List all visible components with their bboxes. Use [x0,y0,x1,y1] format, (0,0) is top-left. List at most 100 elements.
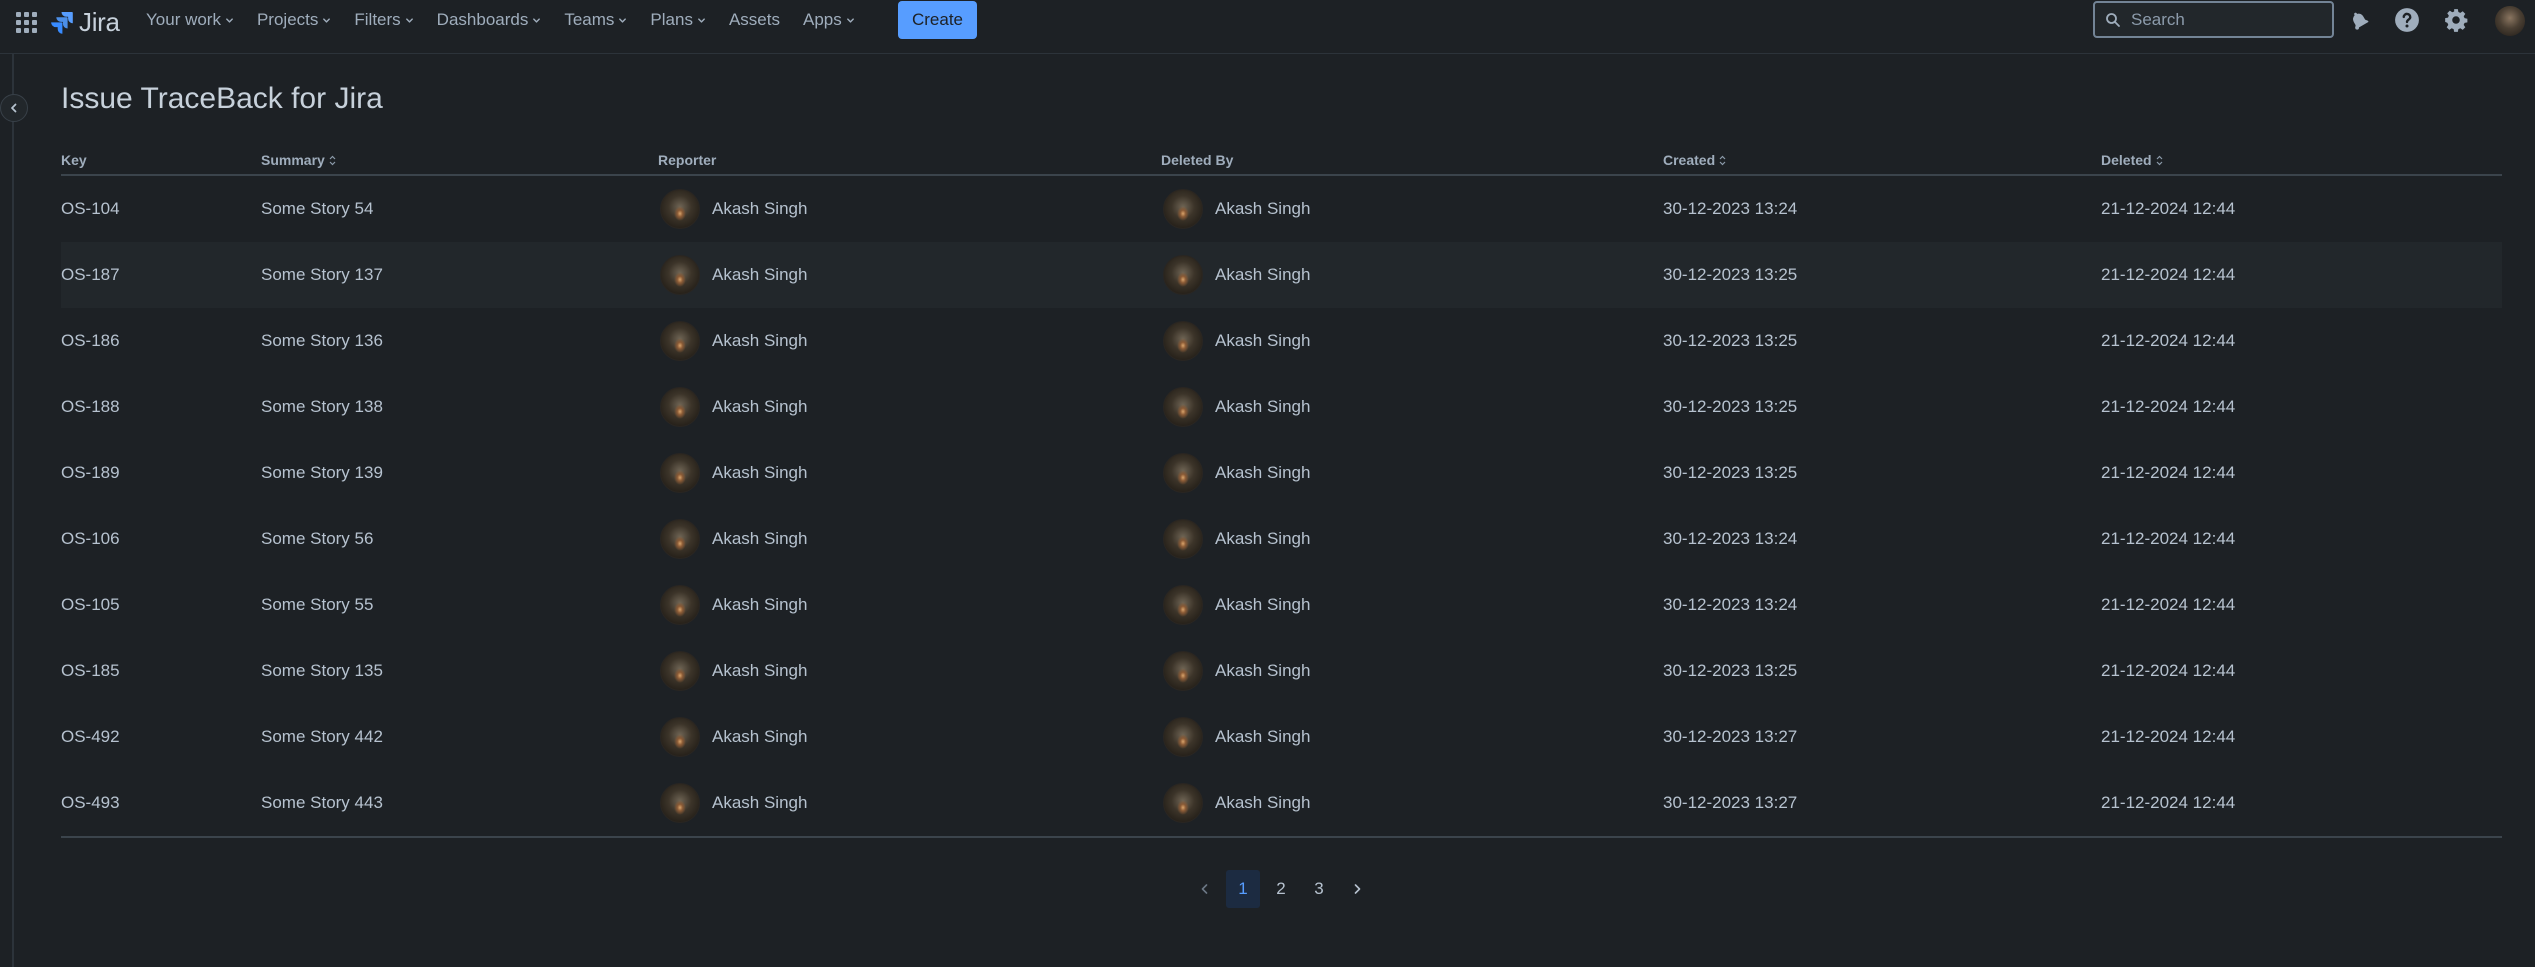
created-date-text: 30-12-2023 13:25 [1663,331,1798,350]
search-icon [2106,12,2120,27]
app-switcher-icon[interactable] [14,10,38,34]
user-avatar [1163,321,1203,361]
issue-key-text[interactable]: OS-189 [61,463,120,483]
column-header-deleted[interactable]: Deleted [2101,152,2163,168]
issue-key-text[interactable]: OS-106 [61,529,120,549]
deleted-by-text: Akash Singh [1215,199,1311,218]
cell-created-date: 30-12-2023 13:25 [1663,638,1797,704]
notifications-icon[interactable] [2345,6,2373,34]
column-header-deleted-by: Deleted By [1161,152,1233,168]
table-divider [61,836,2502,838]
issue-summary-text: Some Story 442 [261,727,383,746]
issue-key-text[interactable]: OS-185 [61,661,120,681]
column-header-label: Deleted By [1161,152,1234,168]
deleted-date-text: 21-12-2024 12:44 [2101,793,2236,812]
nav-item-apps[interactable]: Apps [803,10,855,30]
search-input[interactable] [2131,9,2321,30]
nav-item-filters[interactable]: Filters [354,10,413,30]
table-row[interactable]: OS-188 Some Story 138 Akash Singh Akash Sin… [61,374,2502,440]
cell-created-date: 30-12-2023 13:25 [1663,308,1797,374]
profile-avatar[interactable] [2495,6,2525,36]
page-2-button[interactable]: 2 [1264,870,1298,908]
issue-summary-text: Some Story 443 [261,793,383,812]
column-header-created[interactable]: Created [1663,152,1726,168]
cell-created-date: 30-12-2023 13:24 [1663,572,1797,638]
table-row[interactable]: OS-106 Some Story 56 Akash Singh Akash Sing… [61,506,2502,572]
cell-reporter: Akash Singh [660,176,807,242]
cell-reporter: Akash Singh [660,440,807,506]
table-row[interactable]: OS-105 Some Story 55 Akash Singh Akash Sing… [61,572,2502,638]
issue-key-text[interactable]: OS-493 [61,793,120,813]
table-row[interactable]: OS-104 Some Story 54 Akash Singh Akash Sing… [61,176,2502,242]
deleted-date-text: 21-12-2024 12:44 [2101,661,2236,680]
nav-item-label: Teams [564,10,615,29]
cell-created-date: 30-12-2023 13:24 [1663,176,1797,242]
nav-item-projects[interactable]: Projects [257,10,331,30]
user-avatar [1163,189,1203,229]
deleted-date-text: 21-12-2024 12:44 [2101,595,2236,614]
reporter-text: Akash Singh [712,793,808,812]
cell-issue-key: OS-493 [61,770,120,836]
cell-issue-key: OS-105 [61,572,120,638]
table-row[interactable]: OS-189 Some Story 139 Akash Singh Akash Sin… [61,440,2502,506]
table-row[interactable]: OS-185 Some Story 135 Akash Singh Akash Sin… [61,638,2502,704]
issue-key-text[interactable]: OS-186 [61,331,120,351]
nav-item-dashboards[interactable]: Dashboards [437,10,542,30]
cell-deleted-date: 21-12-2024 12:44 [2101,572,2235,638]
chevron-down-icon [619,17,627,23]
issue-key-text[interactable]: OS-105 [61,595,120,615]
user-avatar [1163,585,1203,625]
cell-reporter: Akash Singh [660,704,807,770]
issue-summary-text: Some Story 136 [261,331,383,350]
cell-deleted-by: Akash Singh [1163,770,1310,836]
reporter-text: Akash Singh [712,595,808,614]
deleted-date-text: 21-12-2024 12:44 [2101,463,2236,482]
user-avatar [1163,255,1203,295]
next-page-button[interactable] [1338,870,1376,908]
nav-item-your-work[interactable]: Your work [146,10,234,30]
created-date-text: 30-12-2023 13:24 [1663,529,1798,548]
search-box[interactable] [2093,1,2334,38]
table-row[interactable]: OS-493 Some Story 443 Akash Singh Akash Sin… [61,770,2502,836]
reporter-text: Akash Singh [712,397,808,416]
table-row[interactable]: OS-186 Some Story 136 Akash Singh Akash Sin… [61,308,2502,374]
deleted-date-text: 21-12-2024 12:44 [2101,199,2236,218]
created-date-text: 30-12-2023 13:24 [1663,199,1798,218]
cell-deleted-date: 21-12-2024 12:44 [2101,770,2235,836]
table-row[interactable]: OS-187 Some Story 137 Akash Singh Akash Sin… [61,242,2502,308]
deleted-by-text: Akash Singh [1215,529,1311,548]
issue-key-text[interactable]: OS-187 [61,265,120,285]
reporter-text: Akash Singh [712,463,808,482]
deleted-by-text: Akash Singh [1215,793,1311,812]
page-1-button[interactable]: 1 [1226,870,1260,908]
issue-key-text[interactable]: OS-492 [61,727,120,747]
created-date-text: 30-12-2023 13:25 [1663,397,1798,416]
nav-item-plans[interactable]: Plans [650,10,706,30]
issue-key-text[interactable]: OS-188 [61,397,120,417]
create-button[interactable]: Create [898,1,977,39]
top-navigation: Jira Your work Projects Filters Dashboards T… [0,0,2535,54]
nav-item-teams[interactable]: Teams [564,10,627,30]
table-header: Key Summary Reporter Deleted By Created Delet… [61,148,2502,176]
reporter-text: Akash Singh [712,661,808,680]
user-avatar [1163,387,1203,427]
page-numbers: 123 [1224,870,1338,908]
settings-icon[interactable] [2442,6,2470,34]
user-avatar [660,189,700,229]
previous-page-button[interactable] [1186,870,1224,908]
cell-deleted-date: 21-12-2024 12:44 [2101,440,2235,506]
help-icon[interactable] [2393,6,2421,34]
expand-sidebar-button[interactable] [0,94,28,122]
issue-key-text[interactable]: OS-104 [61,199,120,219]
cell-deleted-date: 21-12-2024 12:44 [2101,374,2235,440]
cell-deleted-by: Akash Singh [1163,308,1310,374]
column-header-label: Summary [261,152,325,168]
column-header-summary[interactable]: Summary [261,152,336,168]
issue-summary-text: Some Story 137 [261,265,383,284]
deleted-by-text: Akash Singh [1215,727,1311,746]
sort-icon [1719,155,1726,165]
jira-logo[interactable]: Jira [50,7,120,37]
page-3-button[interactable]: 3 [1302,870,1336,908]
nav-item-assets[interactable]: Assets [729,10,780,30]
table-row[interactable]: OS-492 Some Story 442 Akash Singh Akash Sin… [61,704,2502,770]
